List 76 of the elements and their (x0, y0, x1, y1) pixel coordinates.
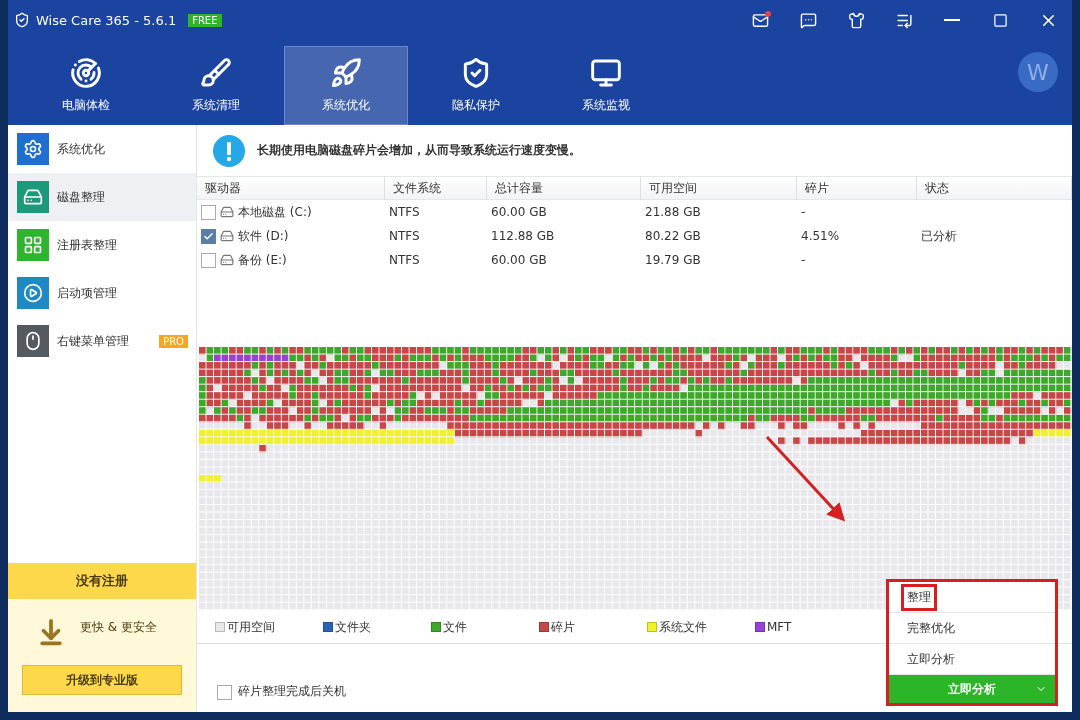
menu-item[interactable]: 完整优化 (889, 613, 1055, 644)
table-cell: 80.22 GB (645, 229, 701, 243)
monitor-icon (590, 57, 622, 89)
table-cell: 本地磁盘 (C:) (238, 203, 312, 221)
legend-label: MFT (767, 620, 792, 634)
mail-icon (751, 11, 769, 29)
sidebar-label: 系统优化 (57, 140, 106, 158)
sidebar-label: 注册表整理 (57, 236, 118, 254)
nav-tab[interactable]: 系统清理 (154, 46, 278, 125)
table-cell: NTFS (389, 229, 420, 243)
sidebar-label: 右键菜单管理 (57, 332, 130, 350)
table-cell: 21.88 GB (645, 205, 701, 219)
legend-label: 文件夹 (335, 618, 371, 636)
register-tagline: 更快 & 更安全 (80, 618, 157, 636)
sidebar-label: 磁盘整理 (57, 188, 106, 206)
nav-tab[interactable]: 电脑体检 (24, 46, 148, 125)
table-cell: 备份 (E:) (238, 251, 287, 269)
table-cell: - (801, 205, 806, 219)
broom-icon (200, 57, 232, 89)
drive-icon (220, 229, 234, 243)
gear-icon (17, 133, 49, 165)
minimize-icon (944, 19, 960, 21)
column-header[interactable]: 可用空间 (641, 176, 797, 200)
table-cell: NTFS (389, 205, 420, 219)
column-header[interactable]: 文件系统 (385, 176, 487, 200)
drive-checkbox[interactable] (201, 252, 216, 268)
table-cell: 4.51% (801, 229, 840, 243)
drive-icon (220, 205, 234, 219)
nav-tab[interactable]: 系统优化 (284, 46, 408, 125)
legend-label: 文件 (443, 618, 467, 636)
nav-tab[interactable]: 系统监视 (544, 46, 668, 125)
legend-label: 可用空间 (227, 618, 275, 636)
pro-badge: PRO (159, 334, 188, 348)
drive-icon (17, 181, 49, 213)
rocket-icon (330, 57, 362, 89)
menu-item[interactable]: 整理 (889, 582, 1055, 613)
nav-tab[interactable]: 隐私保护 (414, 46, 538, 125)
drive-checkbox[interactable] (201, 204, 216, 220)
menu-item-label: 整理 (901, 583, 937, 611)
play-icon (17, 277, 49, 309)
logo-icon (14, 12, 30, 28)
mouse-icon (17, 325, 49, 357)
info-icon (213, 134, 245, 167)
table-cell: 软件 (D:) (238, 227, 289, 245)
drive-icon (220, 253, 234, 267)
table-cell: 已分析 (921, 227, 957, 245)
column-header[interactable]: 碎片 (797, 176, 917, 200)
column-header[interactable]: 状态 (917, 176, 1072, 200)
column-header[interactable]: 总计容量 (487, 176, 641, 200)
check-icon (203, 230, 214, 242)
maximize-icon (992, 12, 1008, 28)
drive-checkbox[interactable] (201, 228, 216, 244)
table-cell: 60.00 GB (491, 253, 547, 267)
legend-label: 碎片 (551, 618, 575, 636)
table-cell: NTFS (389, 253, 420, 267)
sidebar-item[interactable]: 磁盘整理 (8, 173, 196, 221)
table-cell: - (801, 253, 806, 267)
window-title: Wise Care 365 - 5.6.1 (36, 12, 177, 28)
column-header[interactable]: 驱动器 (197, 176, 385, 200)
grid-icon (17, 229, 49, 261)
table-cell: 112.88 GB (491, 229, 555, 243)
upgrade-button[interactable]: 升级到专业版 (22, 665, 182, 695)
notice-text: 长期使用电脑磁盘碎片会增加，从而导致系统运行速度变慢。 (257, 142, 581, 159)
table-cell: 19.79 GB (645, 253, 701, 267)
menu-item-label: 完整优化 (906, 619, 956, 637)
free-badge: FREE (188, 13, 222, 27)
shirt-icon (847, 11, 865, 29)
radar-icon (70, 57, 102, 89)
sidebar-label: 启动项管理 (57, 284, 118, 302)
table-cell: 60.00 GB (491, 205, 547, 219)
menu-item-label: 立即分析 (906, 650, 956, 668)
chat-icon (799, 11, 817, 29)
legend-label: 系统文件 (659, 618, 707, 636)
shutdown-label: 碎片整理完成后关机 (238, 683, 346, 700)
register-title: 没有注册 (8, 563, 196, 599)
shutdown-checkbox[interactable] (217, 685, 232, 700)
